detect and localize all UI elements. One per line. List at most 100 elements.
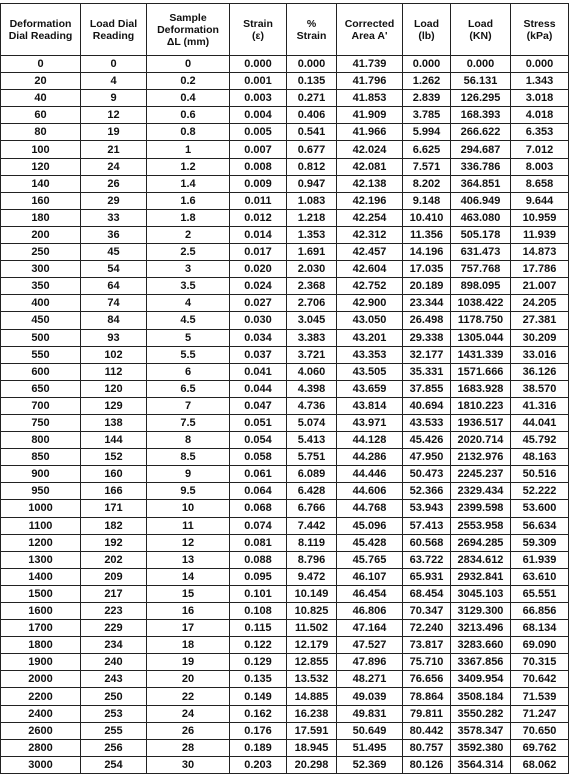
strain-cell: 0.122 [229,636,287,655]
load-lb-cell: 57.413 [402,516,451,535]
load-lb-cell: 80.757 [402,738,451,757]
stress-kpa-cell: 1.343 [510,72,569,91]
deformation-dial-cell: 1000 [0,499,81,518]
sample-deformation-cell: 1.6 [146,191,230,210]
load-kn-cell: 3592.380 [450,738,511,757]
load-kn-cell: 168.393 [450,106,511,125]
header-corrected-area: Corrected Area A' [336,3,403,56]
sample-deformation-cell: 28 [146,738,230,757]
table-row: 450 84 4.5 0.030 3.045 43.050 26.498 1178.750 27… [0,311,569,330]
table-row: 1000 171 10 0.068 6.766 44.768 53.943 2399.598 5… [0,499,569,518]
percent-strain-cell: 0.135 [286,72,337,91]
load-dial-cell: 29 [80,191,147,210]
corrected-area-cell: 42.312 [336,225,403,245]
load-lb-cell: 14.196 [402,243,451,262]
deformation-dial-cell: 750 [0,413,81,433]
deformation-dial-cell: 1300 [0,550,81,569]
load-kn-cell: 505.178 [450,225,511,245]
load-kn-cell: 3578.347 [450,721,511,740]
strain-cell: 0.000 [229,54,287,74]
table-row: 60 12 0.6 0.004 0.406 41.909 3.785 168.393 4.018 [0,106,569,125]
percent-strain-cell: 0.947 [286,174,337,193]
table-row: 0 0 0 0.000 0.000 41.739 0.000 0.000 0.000 [0,54,569,74]
corrected-area-cell: 46.806 [336,601,403,621]
deformation-dial-cell: 850 [0,448,81,467]
deformation-dial-cell: 80 [0,123,81,142]
load-lb-cell: 37.855 [402,379,451,398]
corrected-area-cell: 44.768 [336,499,403,518]
deformation-dial-cell: 2800 [0,738,81,757]
load-dial-cell: 93 [80,328,147,347]
load-kn-cell: 3550.282 [450,704,511,723]
table-row: 900 160 9 0.061 6.089 44.446 50.473 2245.237 50.… [0,465,569,484]
strain-cell: 0.081 [229,533,287,552]
deformation-dial-cell: 2600 [0,721,81,740]
corrected-area-cell: 41.796 [336,72,403,91]
header-line: Area A' [351,29,388,42]
stress-kpa-cell: 11.939 [510,225,569,245]
load-dial-cell: 240 [80,653,147,672]
table-row: 1800 234 18 0.122 12.179 47.527 73.817 3283.660… [0,636,569,655]
stress-kpa-cell: 69.762 [510,738,569,757]
strain-cell: 0.135 [229,670,287,689]
corrected-area-cell: 41.966 [336,123,403,142]
load-dial-cell: 229 [80,619,147,638]
load-kn-cell: 3213.496 [450,619,511,638]
deformation-dial-cell: 900 [0,465,81,484]
sample-deformation-cell: 4 [146,294,230,313]
strain-cell: 0.162 [229,704,287,723]
table-row: 2000 243 20 0.135 13.532 48.271 76.656 3409.954… [0,670,569,689]
load-kn-cell: 757.768 [450,260,511,279]
strain-cell: 0.051 [229,413,287,433]
strain-cell: 0.005 [229,123,287,142]
percent-strain-cell: 14.885 [286,687,337,706]
stress-kpa-cell: 68.134 [510,619,569,638]
load-lb-cell: 72.240 [402,619,451,638]
sample-deformation-cell: 30 [146,755,230,774]
header-load-dial-reading: Load Dial Reading [80,3,147,56]
load-kn-cell: 266.622 [450,123,511,142]
corrected-area-cell: 48.271 [336,670,403,689]
strain-cell: 0.203 [229,755,287,774]
load-kn-cell: 126.295 [450,89,511,108]
sample-deformation-cell: 9.5 [146,482,230,501]
load-lb-cell: 43.533 [402,413,451,433]
header-percent-strain: % Strain [286,3,337,56]
load-dial-cell: 234 [80,636,147,655]
load-dial-cell: 192 [80,533,147,552]
corrected-area-cell: 49.039 [336,687,403,706]
percent-strain-cell: 5.413 [286,431,337,450]
sample-deformation-cell: 8.5 [146,448,230,467]
table-container: Deformation Dial Reading Load Dial Reading S… [0,3,569,774]
load-dial-cell: 74 [80,294,147,313]
table-header: Deformation Dial Reading Load Dial Reading S… [0,3,569,56]
load-kn-cell: 898.095 [450,277,511,296]
load-kn-cell: 3508.184 [450,687,511,706]
corrected-area-cell: 42.254 [336,208,403,227]
deformation-dial-cell: 140 [0,174,81,193]
sample-deformation-cell: 0.2 [146,72,230,91]
deformation-dial-cell: 550 [0,345,81,364]
load-lb-cell: 80.126 [402,755,451,774]
header-line: % [306,17,317,30]
load-lb-cell: 3.785 [402,106,451,125]
deformation-dial-cell: 350 [0,277,81,296]
sample-deformation-cell: 20 [146,670,230,689]
sample-deformation-cell: 1 [146,140,230,159]
strain-cell: 0.027 [229,294,287,313]
corrected-area-cell: 51.495 [336,738,403,757]
sample-deformation-cell: 6.5 [146,379,230,398]
corrected-area-cell: 42.604 [336,260,403,279]
load-dial-cell: 26 [80,174,147,193]
strain-cell: 0.115 [229,619,287,638]
strain-cell: 0.003 [229,89,287,108]
load-lb-cell: 10.410 [402,208,451,227]
stress-kpa-cell: 14.873 [510,243,569,262]
deformation-dial-cell: 700 [0,396,81,415]
percent-strain-cell: 4.398 [286,379,337,398]
load-lb-cell: 0.000 [402,54,451,74]
percent-strain-cell: 20.298 [286,755,337,774]
load-dial-cell: 54 [80,260,147,279]
table-row: 80 19 0.8 0.005 0.541 41.966 5.994 266.622 6.353 [0,123,569,142]
load-lb-cell: 35.331 [402,362,451,381]
